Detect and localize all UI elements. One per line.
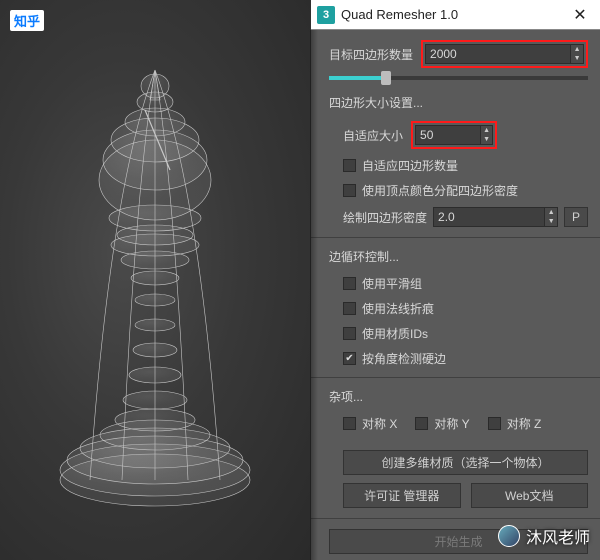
app-icon: 3 — [317, 6, 335, 24]
titlebar: 3 Quad Remesher 1.0 ✕ — [311, 0, 600, 30]
close-icon[interactable]: ✕ — [566, 5, 594, 25]
size-section-title: 四边形大小设置... — [329, 94, 588, 111]
spinner-arrows[interactable]: ▲▼ — [570, 45, 583, 63]
web-docs-button[interactable]: Web文档 — [471, 483, 589, 508]
adaptive-count-label: 自适应四边形数量 — [362, 157, 458, 174]
material-id-checkbox[interactable] — [343, 327, 356, 340]
normal-crease-label: 使用法线折痕 — [362, 300, 434, 317]
paint-density-label: 绘制四边形密度 — [343, 209, 427, 226]
symmetry-x-checkbox[interactable] — [343, 417, 356, 430]
paint-density-input[interactable] — [434, 208, 544, 226]
separator — [311, 377, 600, 378]
angle-detect-checkbox[interactable]: ✔ — [343, 352, 356, 365]
create-multi-material-button[interactable]: 创建多维材质（选择一个物体） — [343, 450, 588, 475]
separator — [311, 518, 600, 519]
vertex-color-label: 使用顶点颜色分配四边形密度 — [362, 182, 518, 199]
misc-section-title: 杂项... — [329, 388, 588, 405]
viewport-3d[interactable]: 知乎 — [0, 0, 310, 560]
target-quad-count-spinner[interactable]: ▲▼ — [425, 44, 584, 64]
adaptive-size-label: 自适应大小 — [343, 127, 403, 144]
smooth-group-checkbox[interactable] — [343, 277, 356, 290]
angle-detect-label: 按角度检测硬边 — [362, 350, 446, 367]
zhihu-badge: 知乎 — [10, 10, 44, 31]
separator — [311, 237, 600, 238]
watermark: 沐风老师 — [498, 524, 590, 548]
window-title: Quad Remesher 1.0 — [341, 7, 566, 22]
target-quad-count-input[interactable] — [426, 45, 570, 63]
symmetry-y-label: 对称 Y — [434, 415, 469, 432]
avatar — [498, 525, 520, 547]
symmetry-z-label: 对称 Z — [507, 415, 542, 432]
spinner-arrows[interactable]: ▲▼ — [544, 208, 557, 226]
adaptive-count-checkbox[interactable] — [343, 159, 356, 172]
watermark-text: 沐风老师 — [526, 524, 590, 548]
edge-section-title: 边循环控制... — [329, 248, 588, 265]
paint-density-button[interactable]: P — [564, 207, 588, 227]
target-quad-slider[interactable] — [329, 76, 588, 80]
vertex-color-checkbox[interactable] — [343, 184, 356, 197]
target-quad-count-label: 目标四边形数量 — [329, 46, 413, 63]
symmetry-z-checkbox[interactable] — [488, 417, 501, 430]
normal-crease-checkbox[interactable] — [343, 302, 356, 315]
smooth-group-label: 使用平滑组 — [362, 275, 422, 292]
bishop-wireframe-model — [50, 40, 260, 520]
symmetry-y-checkbox[interactable] — [415, 417, 428, 430]
adaptive-size-spinner[interactable]: ▲▼ — [415, 125, 493, 145]
spinner-arrows[interactable]: ▲▼ — [480, 126, 492, 144]
quad-remesher-panel: 3 Quad Remesher 1.0 ✕ 目标四边形数量 ▲▼ 四边形大小设置… — [310, 0, 600, 560]
symmetry-x-label: 对称 X — [362, 415, 397, 432]
material-id-label: 使用材质IDs — [362, 325, 428, 342]
license-manager-button[interactable]: 许可证 管理器 — [343, 483, 461, 508]
slider-thumb[interactable] — [381, 71, 391, 85]
paint-density-spinner[interactable]: ▲▼ — [433, 207, 558, 227]
slider-fill — [329, 76, 386, 80]
adaptive-size-input[interactable] — [416, 126, 480, 144]
